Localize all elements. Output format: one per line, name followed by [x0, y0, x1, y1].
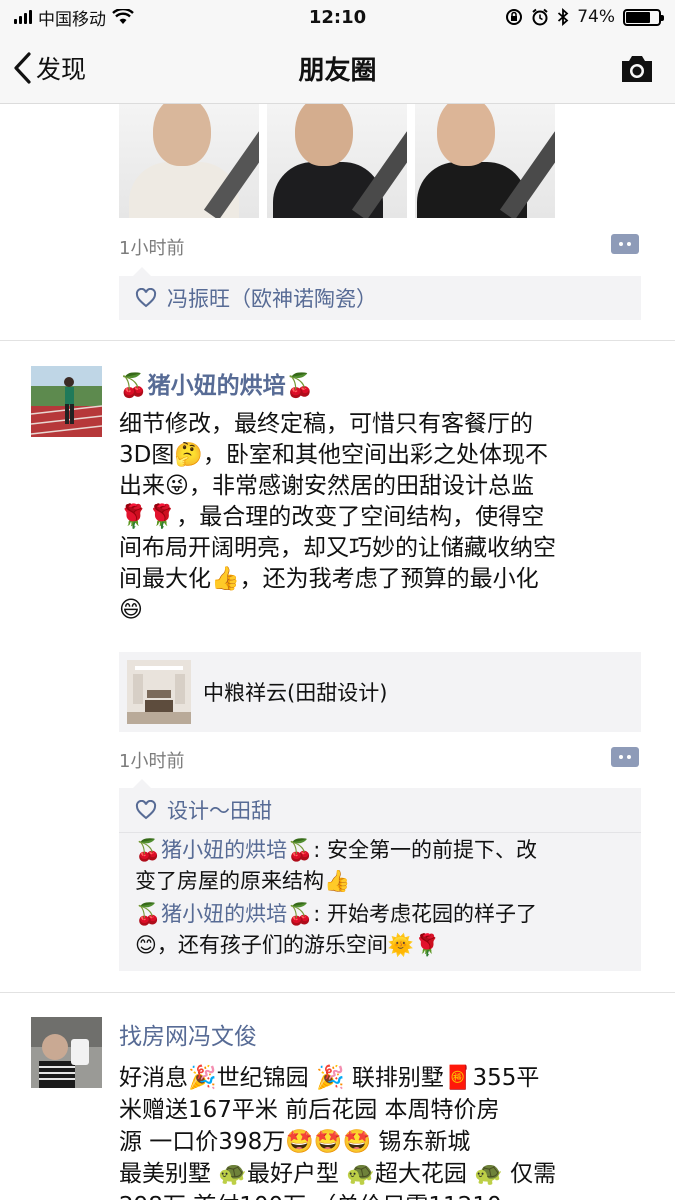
link-title: 中粮祥云(田甜设计) [203, 681, 388, 705]
post-text-line: 好消息🎉世纪锦园 🎉 联排别墅🧧355平 [119, 1065, 540, 1091]
post-time: 1小时前 [119, 238, 185, 259]
carrier-name: 中国移动 [38, 9, 106, 30]
post-time: 1小时前 [119, 751, 185, 772]
nav-bar: 发现 朋友圈 [0, 34, 675, 104]
likes-row: 冯振旺（欧神诺陶瓷） [119, 276, 641, 320]
post-image[interactable] [267, 104, 407, 218]
bluetooth-icon [558, 8, 569, 26]
post-text-line: 间最大化👍，还为我考虑了预算的最小化 [119, 566, 539, 592]
post-text: 好消息🎉世纪锦园 🎉 联排别墅🧧355平 米赠送167平米 前后花园 本周特价房… [119, 1062, 644, 1200]
comment-item[interactable]: 🍒猪小妞的烘培🍒: 开始考虑花园的样子了 😊，还有孩子们的游乐空间🌞🌹 [135, 899, 625, 961]
post-author[interactable]: 找房网冯文俊 [119, 1017, 257, 1051]
wifi-icon [112, 9, 134, 24]
status-bar: 中国移动 12:10 74% [0, 0, 675, 34]
post-image[interactable] [119, 104, 259, 218]
post-text-line: 298万 首付100万 （单价只需11210 [119, 1190, 644, 1200]
signal-icon [14, 10, 32, 24]
avatar[interactable] [31, 1017, 102, 1088]
comment-text: : 安全第一的前提下、改 [313, 838, 538, 862]
rotation-lock-icon [506, 9, 523, 25]
comments-list: 🍒猪小妞的烘培🍒: 安全第一的前提下、改 变了房屋的原来结构👍 🍒猪小妞的烘培🍒… [119, 835, 641, 971]
link-card[interactable]: 中粮祥云(田甜设计) [119, 652, 641, 732]
likes-row: 设计～田甜 [119, 788, 641, 832]
link-thumbnail [127, 660, 191, 724]
back-label: 发现 [36, 55, 87, 84]
comment-menu-button[interactable] [611, 747, 639, 767]
post-text-line: 出来😜，非常感谢安然居的田甜设计总监 [119, 473, 534, 499]
post-text: 细节修改，最终定稿，可惜只有客餐厅的 3D图🤔，卧室和其他空间出彩之处体现不 出… [119, 409, 644, 626]
post-text-line: 米赠送167平米 前后花园 本周特价房 [119, 1097, 500, 1123]
post-author[interactable]: 🍒猪小妞的烘培🍒 [119, 366, 314, 400]
page-title: 朋友圈 [298, 56, 377, 86]
comment-text: 😊，还有孩子们的游乐空间🌞🌹 [135, 933, 441, 957]
post-divider [0, 340, 675, 341]
post-text-line: 3D图🤔，卧室和其他空间出彩之处体现不 [119, 442, 548, 468]
alarm-icon [532, 8, 548, 26]
moments-feed[interactable]: 1小时前 冯振旺（欧神诺陶瓷） 🍒猪小妞的烘培🍒 细节修改，最终定稿，可惜只有客… [0, 104, 675, 1200]
like-name[interactable]: 设计～田甜 [167, 795, 272, 825]
comment-author[interactable]: 🍒猪小妞的烘培🍒 [135, 838, 313, 862]
like-name[interactable]: 冯振旺（欧神诺陶瓷） [167, 283, 377, 313]
post-text-line: 细节修改，最终定稿，可惜只有客餐厅的 [119, 411, 533, 437]
post-text-line: 🌹🌹，最合理的改变了空间结构，使得空 [119, 504, 545, 530]
post-text-line: 😄 [119, 597, 143, 623]
battery-icon [623, 8, 664, 26]
avatar[interactable] [31, 366, 102, 437]
heart-icon [135, 288, 157, 308]
post2-likes-comments-box: 设计～田甜 🍒猪小妞的烘培🍒: 安全第一的前提下、改 变了房屋的原来结构👍 🍒猪… [119, 779, 641, 971]
comment-text: : 开始考虑花园的样子了 [313, 902, 538, 926]
post-text-line: 最美别墅 🐢最好户型 🐢超大花园 🐢 仅需 [119, 1161, 557, 1187]
post-text-line: 间布局开阔明亮，却又巧妙的让储藏收纳空 [119, 535, 556, 561]
post1-images [119, 104, 555, 218]
comment-text: 变了房屋的原来结构👍 [135, 869, 351, 893]
back-button[interactable]: 发现 [12, 50, 86, 86]
status-right: 74% [505, 7, 664, 27]
chevron-left-icon [14, 52, 31, 84]
camera-icon[interactable] [619, 54, 655, 84]
comment-item[interactable]: 🍒猪小妞的烘培🍒: 安全第一的前提下、改 变了房屋的原来结构👍 [135, 835, 625, 897]
likes-separator [119, 832, 641, 833]
post-image[interactable] [415, 104, 555, 218]
heart-icon [135, 800, 157, 820]
post-divider [0, 992, 675, 993]
comment-menu-button[interactable] [611, 234, 639, 254]
battery-percent: 74% [577, 7, 615, 27]
comment-author[interactable]: 🍒猪小妞的烘培🍒 [135, 902, 313, 926]
post-text-line: 源 一口价398万🤩🤩🤩 锡东新城 [119, 1129, 471, 1155]
post1-likes-box: 冯振旺（欧神诺陶瓷） [119, 267, 641, 320]
status-left: 中国移动 [14, 5, 134, 30]
